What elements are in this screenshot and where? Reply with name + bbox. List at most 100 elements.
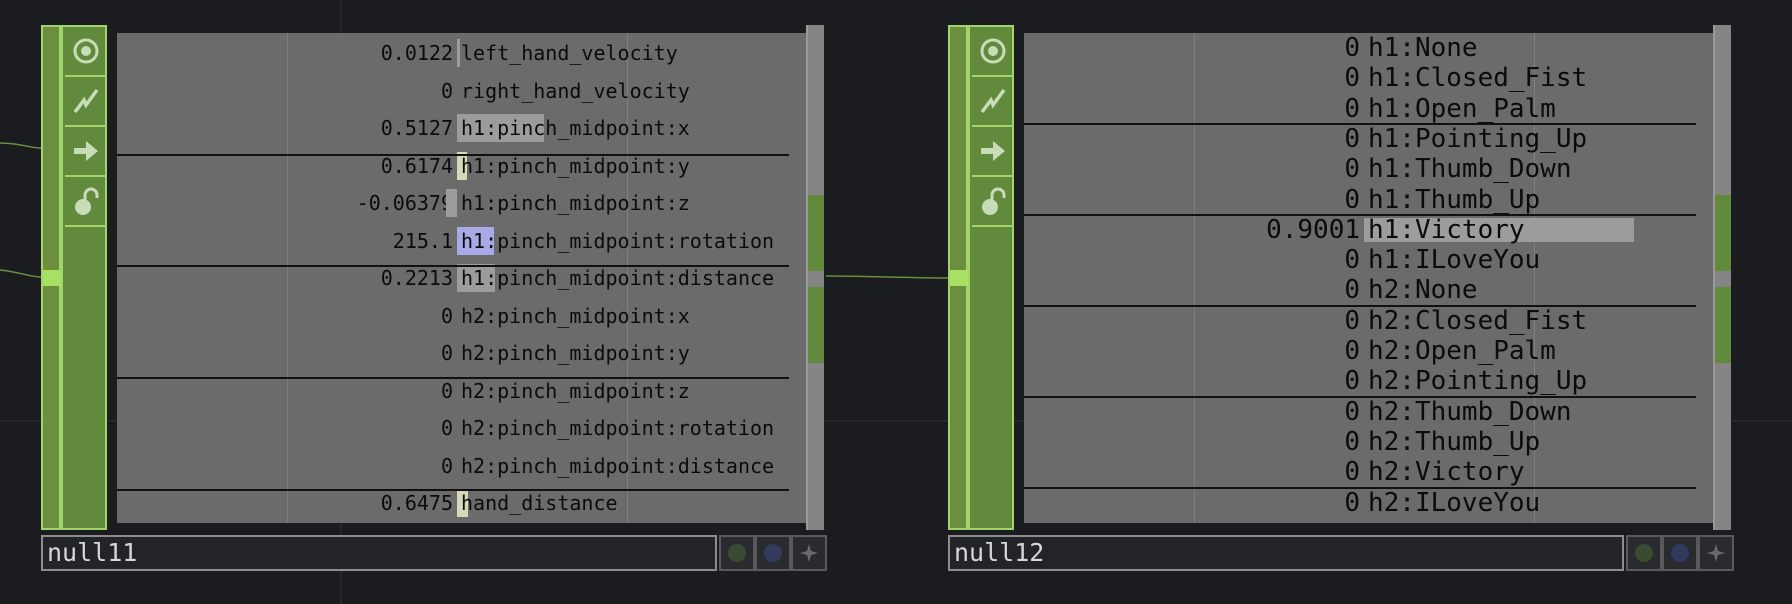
channel-value: 0 <box>1344 123 1360 154</box>
channel-name: h1:Thumb_Down <box>1368 154 1572 185</box>
channel-row[interactable]: 0 h2:Thumb_Up <box>1024 427 1714 457</box>
group-separator <box>117 154 789 156</box>
channel-name: h2:pinch_midpoint:y <box>461 341 690 365</box>
channel-row[interactable]: 0.5127 h1:pinch_midpoint:x <box>117 110 807 148</box>
flag-button[interactable] <box>1698 535 1734 571</box>
channel-row[interactable]: 0 h2:pinch_midpoint:rotation <box>117 410 807 448</box>
channel-row[interactable]: 0 h2:pinch_midpoint:y <box>117 335 807 373</box>
channel-row[interactable]: 0 h1:Pointing_Up <box>1024 124 1714 154</box>
input-port[interactable] <box>43 270 63 286</box>
blue-dot-icon <box>764 544 782 562</box>
channel-row[interactable]: 0.9001 h1:Victory <box>1024 215 1714 245</box>
input-port[interactable] <box>950 270 970 286</box>
lock-icon[interactable] <box>65 177 107 227</box>
channel-name: h1:Open_Palm <box>1368 93 1556 124</box>
channel-value: 0 <box>1344 33 1360 63</box>
channel-name: h1:None <box>1368 33 1478 63</box>
flag-button[interactable] <box>791 535 827 571</box>
output-port[interactable] <box>1715 195 1731 271</box>
node-button-column <box>968 25 1014 530</box>
channel-row[interactable]: 0 h2:Thumb_Down <box>1024 397 1714 427</box>
lock-icon[interactable] <box>972 177 1014 227</box>
node-name-field[interactable]: null11 <box>41 535 717 571</box>
channel-value: 0.9001 <box>1266 214 1360 245</box>
channel-row[interactable]: 0 h1:Thumb_Up <box>1024 185 1714 215</box>
channel-value: 0 <box>1344 245 1360 276</box>
viewer-toggle-icon[interactable] <box>65 27 107 77</box>
channel-row[interactable]: 0 h2:Pointing_Up <box>1024 366 1714 396</box>
input-wire[interactable] <box>0 269 42 278</box>
channel-name: left_hand_velocity <box>461 41 678 65</box>
viewer-toggle-icon[interactable] <box>972 27 1014 77</box>
null-node-1[interactable]: 0.0122 left_hand_velocity 0 right_hand_velo… <box>41 25 826 530</box>
channel-value: 0 <box>1344 93 1360 124</box>
channel-row[interactable]: 0 h2:Open_Palm <box>1024 336 1714 366</box>
channel-row[interactable]: 0 h1:Thumb_Down <box>1024 154 1714 184</box>
display-button[interactable] <box>755 535 791 571</box>
green-dot-icon <box>728 544 746 562</box>
node-name-field[interactable]: null12 <box>948 535 1624 571</box>
viewer-active-button[interactable] <box>719 535 755 571</box>
channel-row[interactable]: 0 h1:None <box>1024 33 1714 63</box>
output-port[interactable] <box>808 287 824 363</box>
output-port[interactable] <box>808 195 824 271</box>
bypass-icon[interactable] <box>65 77 107 127</box>
channel-value: 0 <box>440 303 453 328</box>
blue-dot-icon <box>1671 544 1689 562</box>
channel-name: h1:Closed_Fist <box>1368 63 1588 94</box>
channel-row[interactable]: 0 h2:pinch_midpoint:x <box>117 298 807 336</box>
channel-value: 0 <box>1344 396 1360 427</box>
channel-row[interactable]: 215.1 h1:pinch_midpoint:rotation <box>117 223 807 261</box>
output-port[interactable] <box>1715 287 1731 363</box>
channel-row[interactable]: 0 h2:Victory <box>1024 457 1714 487</box>
output-scroll-strip[interactable] <box>806 25 824 530</box>
channel-level-bar <box>457 39 460 67</box>
export-icon[interactable] <box>65 127 107 177</box>
channel-name: h1:Pointing_Up <box>1368 123 1588 154</box>
channel-row[interactable]: 0 h1:ILoveYou <box>1024 245 1714 275</box>
channel-level-bar <box>446 189 457 217</box>
channel-value: 0.5127 <box>380 116 453 140</box>
green-dot-icon <box>1635 544 1653 562</box>
channel-value: 0 <box>440 416 453 440</box>
channel-value: 215.1 <box>392 228 453 253</box>
channel-name: h1:Victory <box>1368 214 1525 245</box>
viewer-active-button[interactable] <box>1626 535 1662 571</box>
channel-viewer[interactable]: 0.0122 left_hand_velocity 0 right_hand_velo… <box>117 33 807 523</box>
channel-name: h2:pinch_midpoint:x <box>461 303 690 328</box>
channel-row[interactable]: 0 right_hand_velocity <box>117 73 807 111</box>
channel-row[interactable]: 0 h2:ILoveYou <box>1024 488 1714 518</box>
channel-row[interactable]: -0.06379 h1:pinch_midpoint:z <box>117 185 807 223</box>
channel-name: h2:Thumb_Down <box>1368 396 1572 427</box>
channel-value: 0 <box>1344 487 1360 518</box>
input-wire[interactable] <box>0 142 42 149</box>
channel-row[interactable]: 0 h1:Open_Palm <box>1024 94 1714 124</box>
channel-value: 0 <box>1344 366 1360 397</box>
input-connector[interactable] <box>948 25 970 530</box>
sparkle-icon <box>800 544 818 562</box>
connection-wire[interactable] <box>825 275 949 279</box>
channel-row[interactable]: 0 h2:None <box>1024 275 1714 305</box>
channel-row[interactable]: 0 h1:Closed_Fist <box>1024 63 1714 93</box>
null-node-2[interactable]: 0 h1:None 0 h1:Closed_Fist 0 h1:Open_Palm 0 h1:… <box>948 25 1733 530</box>
output-scroll-strip[interactable] <box>1713 25 1731 530</box>
channel-row[interactable]: 0 h2:pinch_midpoint:distance <box>117 448 807 486</box>
channel-viewer[interactable]: 0 h1:None 0 h1:Closed_Fist 0 h1:Open_Palm 0 h1:… <box>1024 33 1714 523</box>
group-separator <box>1024 487 1696 489</box>
channel-name: h1:Thumb_Up <box>1368 184 1541 215</box>
channel-name: h1:pinch_midpoint:z <box>461 191 690 215</box>
channel-name: h1:pinch_midpoint:x <box>461 116 690 140</box>
export-icon[interactable] <box>972 127 1014 177</box>
input-connector[interactable] <box>41 25 63 530</box>
group-separator <box>1024 214 1696 216</box>
channel-name: h2:pinch_midpoint:rotation <box>461 416 775 440</box>
channel-row[interactable]: 0.0122 left_hand_velocity <box>117 35 807 73</box>
channel-name: h1:pinch_midpoint:rotation <box>461 228 775 253</box>
group-separator <box>1024 123 1696 125</box>
bypass-icon[interactable] <box>972 77 1014 127</box>
group-separator <box>117 265 789 267</box>
group-separator <box>117 377 789 379</box>
display-button[interactable] <box>1662 535 1698 571</box>
channel-row[interactable]: 0 h2:Closed_Fist <box>1024 306 1714 336</box>
channel-value: 0 <box>440 453 453 478</box>
